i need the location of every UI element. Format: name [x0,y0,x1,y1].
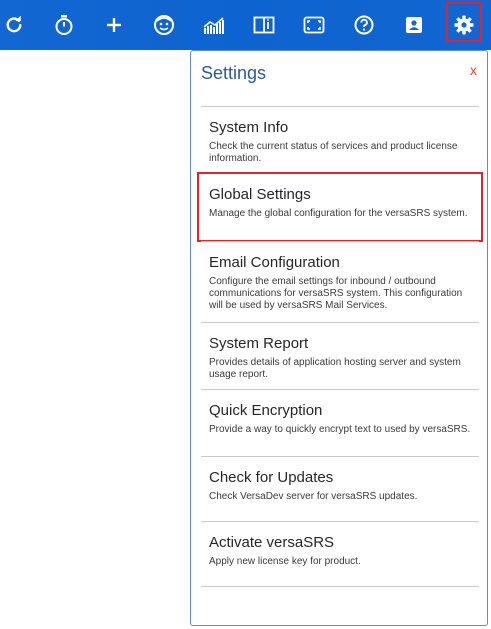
book-icon [253,16,275,34]
knowledge-base-button[interactable] [244,0,284,50]
menu-item-system-info[interactable]: System Info Check the current status of … [201,106,479,173]
gear-icon [454,15,474,35]
panel-title: Settings [201,63,267,83]
menu-item-system-report[interactable]: System Report Provides details of applic… [201,322,479,389]
contact-icon [406,17,422,33]
menu-item-email-configuration[interactable]: Email Configuration Configure the email … [201,241,479,322]
menu-item-title: System Info [209,119,289,136]
menu-item-title: Activate versaSRS [209,534,335,551]
timer-button[interactable] [44,0,84,50]
menu-item-description: Check the current status of services and… [209,141,458,164]
stopwatch-icon [55,15,73,35]
add-button[interactable] [94,0,134,50]
menu-item-global-settings[interactable]: Global Settings Manage the global config… [197,172,483,242]
face-icon [154,15,174,35]
menu-item-title: Email Configuration [209,254,340,271]
settings-menu: System Info Check the current status of … [197,106,483,587]
menu-item-description: Provide a way to quickly encrypt text to… [209,424,471,435]
menu-item-title: Global Settings [209,186,311,203]
help-button[interactable] [344,0,384,50]
fullscreen-button[interactable] [294,0,334,50]
contacts-button[interactable] [394,0,434,50]
plus-icon [107,18,121,32]
refresh-button[interactable] [0,0,34,50]
menu-item-title: Quick Encryption [209,402,323,419]
menu-item-description: Provides details of application hosting … [209,357,461,380]
menu-item-title: System Report [209,335,309,352]
menu-item-check-for-updates[interactable]: Check for Updates Check VersaDev server … [201,456,479,521]
customer-button[interactable] [144,0,184,50]
refresh-icon [6,16,22,33]
settings-button[interactable] [444,0,484,50]
menu-item-description: Check VersaDev server for versaSRS updat… [209,491,418,502]
help-icon [354,15,374,35]
close-button[interactable]: x [470,62,477,78]
menu-item-quick-encryption[interactable]: Quick Encryption Provide a way to quickl… [201,389,479,456]
menu-item-description: Manage the global configuration for the … [209,208,468,219]
chart-icon [203,17,224,34]
menu-item-description: Configure the email settings for inbound… [209,276,463,311]
settings-panel: Settings x System Info Check the current… [190,50,488,626]
top-toolbar [0,0,491,50]
expand-icon [303,16,325,34]
reports-button[interactable] [194,0,234,50]
menu-item-title: Check for Updates [209,469,334,486]
menu-item-description: Apply new license key for product. [209,556,361,567]
menu-item-activate[interactable]: Activate versaSRS Apply new license key … [201,521,479,587]
